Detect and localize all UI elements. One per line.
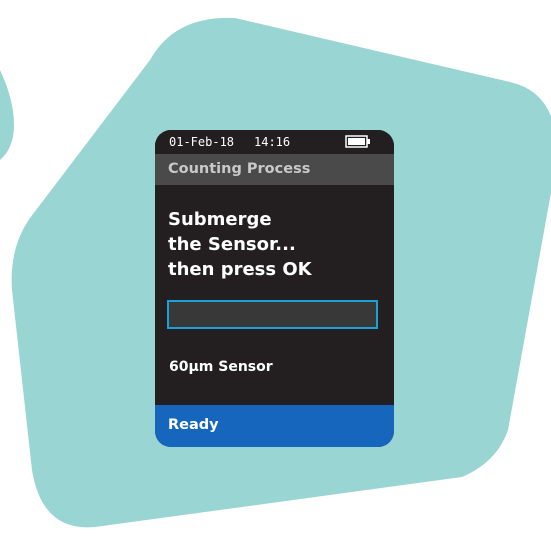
page: 01-Feb-18 14:16 Counting Process Submerg… xyxy=(0,0,551,557)
instruction-text: Submerge the Sensor... then press OK xyxy=(168,207,388,282)
sensor-label: 60µm Sensor xyxy=(169,359,273,375)
device-screen: 01-Feb-18 14:16 Counting Process Submerg… xyxy=(155,130,394,447)
screen-title: Counting Process xyxy=(155,154,394,185)
status-footer: Ready xyxy=(155,405,394,447)
instruction-line: Submerge xyxy=(168,209,272,230)
instruction-line: then press OK xyxy=(168,259,312,280)
progress-bar xyxy=(167,300,378,329)
status-date: 01-Feb-18 xyxy=(169,135,235,149)
teal-edge-arc xyxy=(0,70,14,160)
status-time: 14:16 xyxy=(254,135,291,149)
battery-icon xyxy=(345,135,370,148)
instruction-line: the Sensor... xyxy=(168,234,296,255)
status-bar: 01-Feb-18 14:16 xyxy=(155,130,394,154)
